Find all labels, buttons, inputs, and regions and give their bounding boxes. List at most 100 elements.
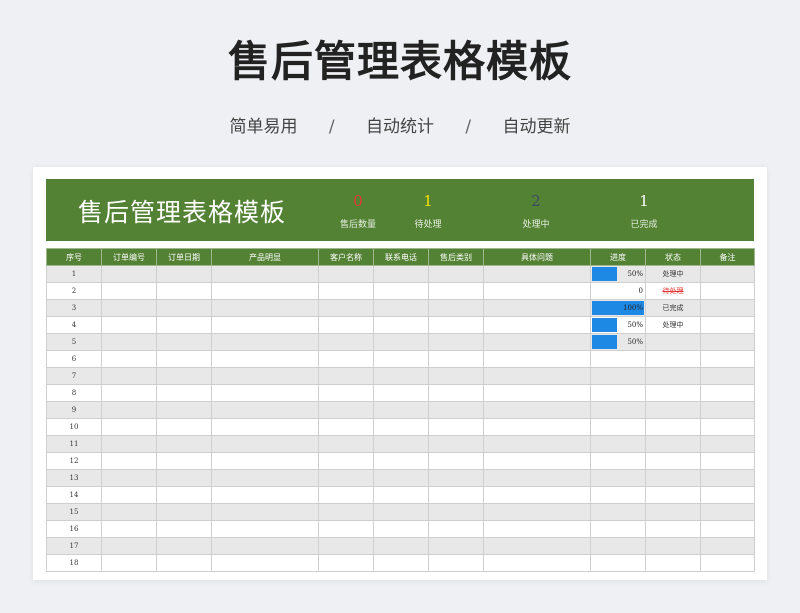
cell-status[interactable]: 处理中 [645,316,701,334]
table-cell[interactable] [156,452,212,470]
table-cell[interactable] [700,350,755,368]
table-cell[interactable] [318,350,374,368]
table-cell[interactable] [211,367,319,385]
column-header[interactable]: 联系电话 [373,248,429,266]
cell-progress[interactable] [590,452,646,470]
table-cell[interactable] [101,333,157,351]
cell-status[interactable] [645,418,701,436]
table-cell[interactable] [700,316,755,334]
cell-status[interactable] [645,469,701,487]
table-cell[interactable] [428,333,484,351]
cell-status[interactable] [645,401,701,419]
table-cell[interactable] [428,503,484,521]
table-cell[interactable] [483,333,591,351]
table-cell[interactable] [101,452,157,470]
table-cell[interactable] [318,503,374,521]
table-cell[interactable] [211,299,319,317]
table-cell[interactable] [483,384,591,402]
table-cell[interactable] [483,435,591,453]
cell-status[interactable] [645,520,701,538]
table-cell[interactable] [428,418,484,436]
table-cell[interactable] [428,554,484,572]
table-cell[interactable] [318,282,374,300]
table-cell[interactable] [211,418,319,436]
table-cell[interactable] [700,486,755,504]
table-cell[interactable] [101,520,157,538]
cell-status[interactable]: 已完成 [645,299,701,317]
table-cell[interactable] [428,537,484,555]
table-cell[interactable] [156,384,212,402]
cell-status[interactable] [645,333,701,351]
table-cell[interactable] [428,316,484,334]
cell-status[interactable]: 待处理 [645,282,701,300]
table-cell[interactable] [318,554,374,572]
table-cell[interactable] [700,265,755,283]
table-cell[interactable] [373,554,429,572]
cell-status[interactable] [645,554,701,572]
table-cell[interactable] [211,503,319,521]
table-cell[interactable] [156,299,212,317]
table-cell[interactable] [101,367,157,385]
table-cell[interactable] [483,554,591,572]
table-cell[interactable] [101,282,157,300]
table-cell[interactable] [373,316,429,334]
table-cell[interactable] [156,316,212,334]
cell-status[interactable] [645,350,701,368]
table-cell[interactable] [211,486,319,504]
table-cell[interactable] [211,452,319,470]
cell-progress[interactable] [590,537,646,555]
table-cell[interactable] [428,265,484,283]
cell-progress[interactable] [590,367,646,385]
table-cell[interactable] [318,384,374,402]
table-cell[interactable] [428,520,484,538]
table-cell[interactable] [156,469,212,487]
table-cell[interactable] [156,265,212,283]
table-cell[interactable] [156,435,212,453]
column-header[interactable]: 订单编号 [101,248,157,266]
table-cell[interactable] [700,401,755,419]
table-cell[interactable] [700,435,755,453]
cell-status[interactable]: 处理中 [645,265,701,283]
table-cell[interactable] [700,554,755,572]
table-cell[interactable] [211,350,319,368]
cell-progress[interactable] [590,503,646,521]
table-cell[interactable] [211,282,319,300]
table-cell[interactable] [700,367,755,385]
table-cell[interactable] [318,299,374,317]
table-cell[interactable] [101,384,157,402]
table-cell[interactable] [700,282,755,300]
table-cell[interactable] [700,520,755,538]
table-cell[interactable] [373,384,429,402]
table-cell[interactable] [211,333,319,351]
table-cell[interactable] [101,486,157,504]
table-cell[interactable] [101,554,157,572]
table-cell[interactable] [428,350,484,368]
table-cell[interactable] [373,503,429,521]
table-cell[interactable] [483,503,591,521]
table-cell[interactable] [101,435,157,453]
table-cell[interactable] [700,469,755,487]
cell-index[interactable]: 16 [46,520,102,538]
cell-progress[interactable]: 50% [590,316,646,334]
table-cell[interactable] [428,486,484,504]
column-header[interactable]: 备注 [700,248,755,266]
table-cell[interactable] [373,469,429,487]
cell-status[interactable] [645,537,701,555]
cell-status[interactable] [645,452,701,470]
table-cell[interactable] [373,452,429,470]
cell-index[interactable]: 1 [46,265,102,283]
table-cell[interactable] [373,265,429,283]
column-header[interactable]: 进度 [590,248,646,266]
cell-index[interactable]: 4 [46,316,102,334]
table-cell[interactable] [483,350,591,368]
table-cell[interactable] [373,418,429,436]
table-cell[interactable] [428,452,484,470]
table-cell[interactable] [318,418,374,436]
table-cell[interactable] [318,452,374,470]
table-cell[interactable] [156,282,212,300]
table-cell[interactable] [211,384,319,402]
cell-progress[interactable] [590,401,646,419]
table-cell[interactable] [318,265,374,283]
cell-index[interactable]: 14 [46,486,102,504]
table-cell[interactable] [211,316,319,334]
